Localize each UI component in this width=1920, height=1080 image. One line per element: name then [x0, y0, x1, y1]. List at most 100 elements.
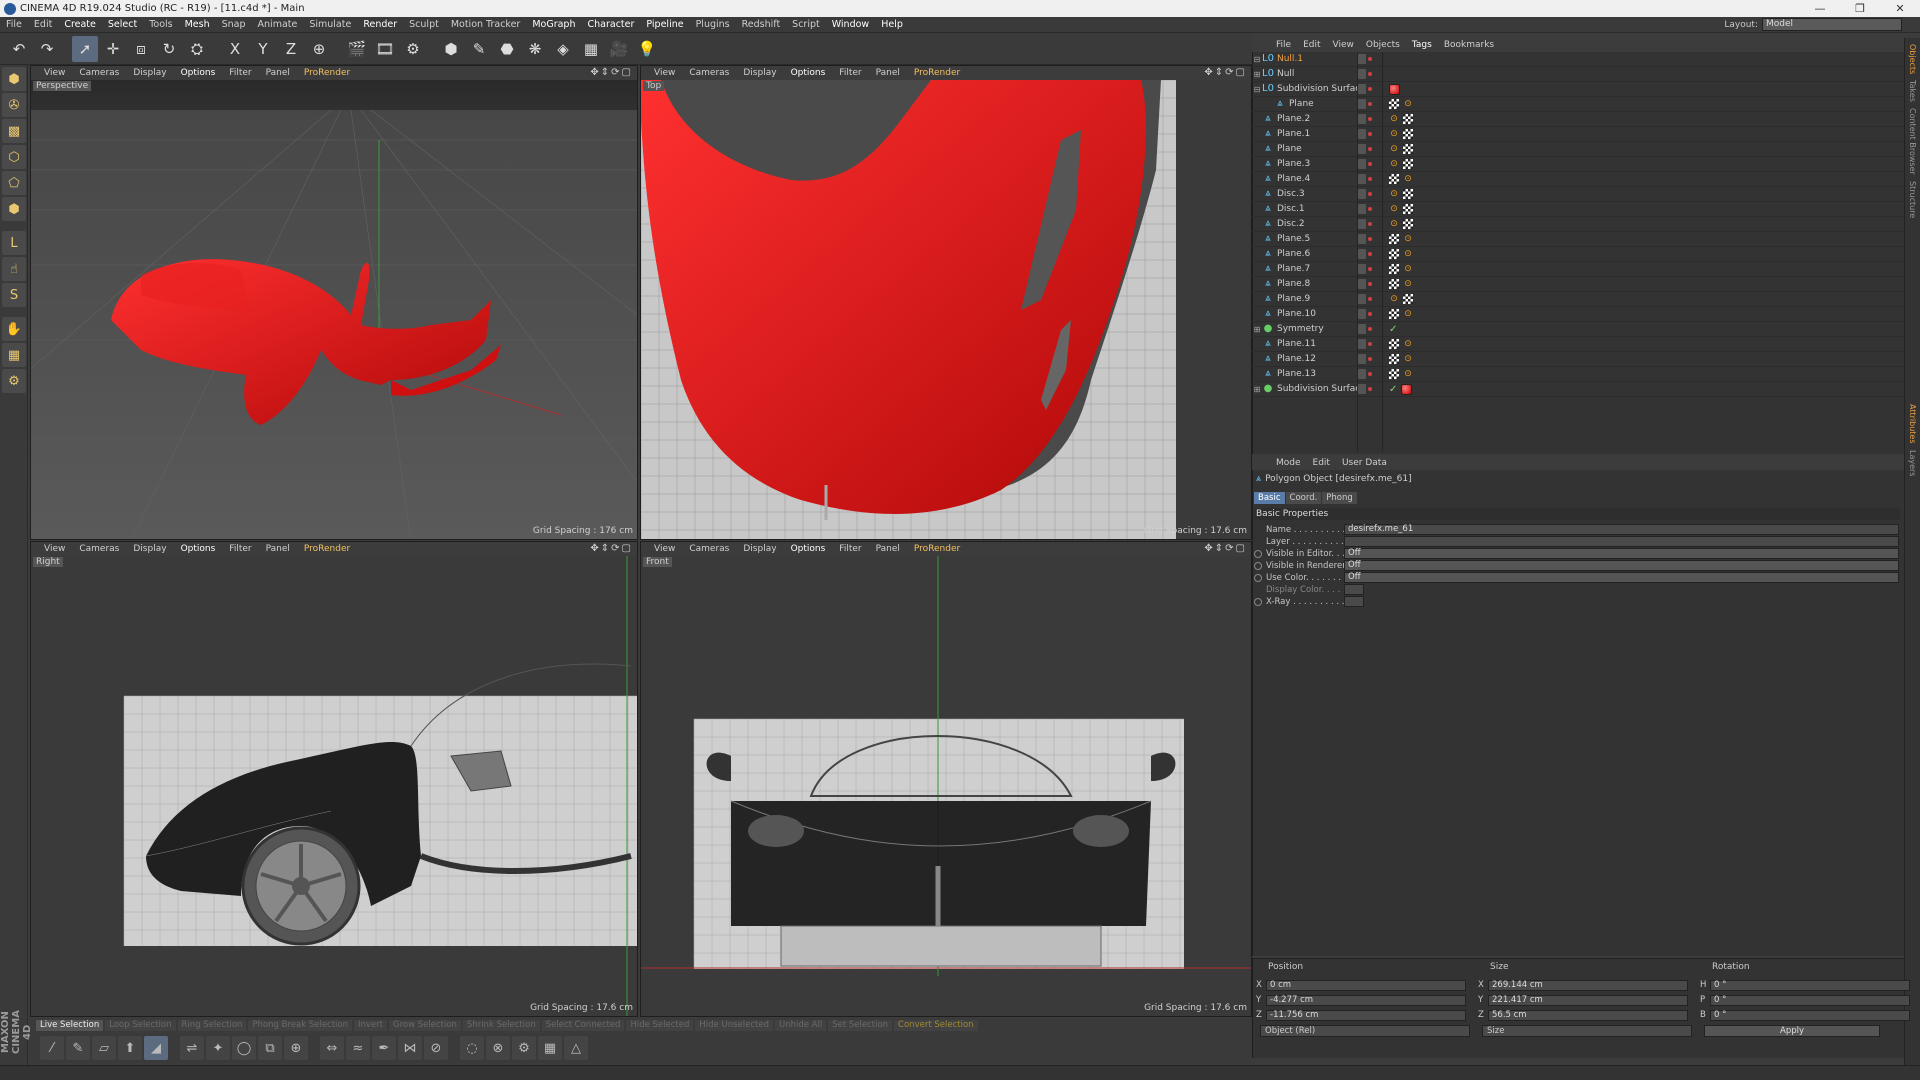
viewport-menu-view[interactable]: View	[37, 68, 72, 78]
subdivision-icon[interactable]: ⬣	[494, 36, 520, 62]
visibility-dot-icon[interactable]	[1368, 147, 1372, 151]
visibility-dot-icon[interactable]	[1368, 132, 1372, 136]
visibility-dot-icon[interactable]	[1368, 387, 1372, 391]
attribute-value[interactable]	[1344, 596, 1364, 607]
undo-icon[interactable]: ↶	[6, 36, 32, 62]
phong-tag-icon[interactable]: ⊙	[1389, 204, 1399, 214]
layer-icon[interactable]	[1358, 84, 1366, 94]
close-hole-icon[interactable]: ◯	[232, 1036, 256, 1060]
phong-tag-icon[interactable]: ⊙	[1389, 294, 1399, 304]
phong-tag-icon[interactable]: ⊙	[1403, 264, 1413, 274]
rotate-icon[interactable]: ↻	[156, 36, 182, 62]
visibility-toggles[interactable]	[1358, 279, 1380, 289]
expand-toggle-icon[interactable]: ⊞	[1252, 385, 1262, 394]
visibility-toggles[interactable]	[1358, 54, 1380, 64]
uvw-tag-icon[interactable]	[1389, 369, 1399, 379]
viewport-right[interactable]: View Cameras Display Options Filter Panel ProR…	[30, 541, 638, 1017]
visibility-dot-icon[interactable]	[1368, 312, 1372, 316]
camera-icon[interactable]: 🎥	[606, 36, 632, 62]
iron-icon[interactable]: ≈	[346, 1036, 370, 1060]
move-icon[interactable]: ✛	[100, 36, 126, 62]
viewport-menu-filter[interactable]: Filter	[832, 544, 868, 554]
visibility-toggles[interactable]	[1358, 204, 1380, 214]
minimize-button[interactable]: —	[1800, 0, 1840, 17]
uvw-tag-icon[interactable]	[1403, 219, 1413, 229]
layer-icon[interactable]	[1358, 384, 1366, 394]
size-mode-dropdown[interactable]: Size	[1482, 1025, 1692, 1037]
uvw-tag-icon[interactable]	[1403, 204, 1413, 214]
menu-tools[interactable]: Tools	[143, 19, 178, 30]
viewport-menu-options[interactable]: Options	[174, 68, 223, 78]
menu-edit[interactable]: Edit	[28, 19, 58, 30]
object-menu-tags[interactable]: Tags	[1406, 40, 1438, 50]
object-row[interactable]: ⩓ Plane.2 ⊙	[1252, 112, 1904, 127]
selection-cmd-ring-selection[interactable]: Ring Selection	[177, 1020, 247, 1031]
visibility-dot-icon[interactable]	[1368, 207, 1372, 211]
visibility-toggles[interactable]	[1358, 174, 1380, 184]
layer-icon[interactable]	[1358, 354, 1366, 364]
phong-tag-icon[interactable]: ⊙	[1389, 159, 1399, 169]
subdivide-icon[interactable]: ▦	[538, 1036, 562, 1060]
visibility-toggles[interactable]	[1358, 159, 1380, 169]
layer-icon[interactable]	[1358, 219, 1366, 229]
knife-icon[interactable]: ⁄	[40, 1036, 64, 1060]
split-icon[interactable]: ⊘	[424, 1036, 448, 1060]
object-row[interactable]: ⊞ ● Symmetry ✓	[1252, 322, 1904, 337]
layer-icon[interactable]	[1358, 144, 1366, 154]
x-axis-icon[interactable]: X	[222, 36, 248, 62]
melt-icon[interactable]: ◌	[460, 1036, 484, 1060]
selection-cmd-convert-selection[interactable]: Convert Selection	[894, 1020, 978, 1031]
viewport-menu-options[interactable]: Options	[784, 544, 833, 554]
layer-icon[interactable]	[1358, 114, 1366, 124]
visibility-dot-icon[interactable]	[1368, 327, 1372, 331]
viewport-canvas[interactable]	[641, 79, 1251, 539]
visibility-toggles[interactable]	[1358, 144, 1380, 154]
viewport-menu-prorender[interactable]: ProRender	[907, 544, 967, 554]
menu-character[interactable]: Character	[581, 19, 640, 30]
selection-cmd-live-selection[interactable]: Live Selection	[36, 1020, 104, 1031]
viewport-menu-cameras[interactable]: Cameras	[72, 68, 126, 78]
object-row[interactable]: ⩓ Plane.7 ⊙	[1252, 262, 1904, 277]
visibility-toggles[interactable]	[1358, 324, 1380, 334]
visibility-dot-icon[interactable]	[1368, 252, 1372, 256]
make-editable-icon[interactable]: ⬢	[2, 67, 26, 91]
viewport-menu-panel[interactable]: Panel	[259, 544, 297, 554]
select-icon[interactable]: ➚	[72, 35, 98, 62]
deformer-icon[interactable]: ◈	[550, 36, 576, 62]
visibility-dot-icon[interactable]	[1368, 102, 1372, 106]
size-field[interactable]: 56.5 cm	[1488, 1009, 1688, 1021]
brush-icon[interactable]: ✎	[66, 1036, 90, 1060]
selection-cmd-hide-unselected[interactable]: Hide Unselected	[695, 1020, 773, 1031]
visibility-toggles[interactable]	[1358, 189, 1380, 199]
object-row[interactable]: ⩓ Plane.13 ⊙	[1252, 367, 1904, 382]
visibility-dot-icon[interactable]	[1368, 237, 1372, 241]
menu-select[interactable]: Select	[102, 19, 143, 30]
object-row[interactable]: ⩓ Plane ⊙	[1252, 97, 1904, 112]
weld-icon[interactable]: ✦	[206, 1036, 230, 1060]
viewport-canvas[interactable]	[31, 80, 637, 539]
uvw-tag-icon[interactable]	[1389, 99, 1399, 109]
phong-tag-icon[interactable]: ⊙	[1389, 129, 1399, 139]
visibility-dot-icon[interactable]	[1368, 72, 1372, 76]
layer-icon[interactable]	[1358, 339, 1366, 349]
object-row[interactable]: ⩓ Disc.3 ⊙	[1252, 187, 1904, 202]
enabled-check-icon[interactable]: ✓	[1389, 324, 1397, 335]
viewport-menu-cameras[interactable]: Cameras	[682, 544, 736, 554]
viewport-nav-icons[interactable]: ✥⇕⟳▢	[1204, 543, 1247, 554]
visibility-toggles[interactable]	[1358, 294, 1380, 304]
visibility-dot-icon[interactable]	[1368, 297, 1372, 301]
object-row[interactable]: ⊟ L0 Null.1	[1252, 52, 1904, 67]
viewport-perspective[interactable]: View Cameras Display Options Filter Panel ProR…	[30, 65, 638, 540]
visibility-toggles[interactable]	[1358, 84, 1380, 94]
selection-cmd-set-selection[interactable]: Set Selection	[828, 1020, 893, 1031]
viewport-menu-display[interactable]: Display	[736, 68, 783, 78]
viewport-menu-display[interactable]: Display	[126, 544, 173, 554]
layer-icon[interactable]	[1358, 264, 1366, 274]
attribute-tab-basic[interactable]: Basic	[1254, 492, 1285, 504]
visibility-toggles[interactable]	[1358, 114, 1380, 124]
side-tab-content-browser[interactable]: Content Browser	[1908, 108, 1917, 175]
polygons-mode-icon[interactable]: ⬢	[2, 197, 26, 221]
animate-radio[interactable]	[1254, 549, 1262, 558]
viewport-menu-panel[interactable]: Panel	[259, 68, 297, 78]
object-row[interactable]: ⩓ Disc.2 ⊙	[1252, 217, 1904, 232]
